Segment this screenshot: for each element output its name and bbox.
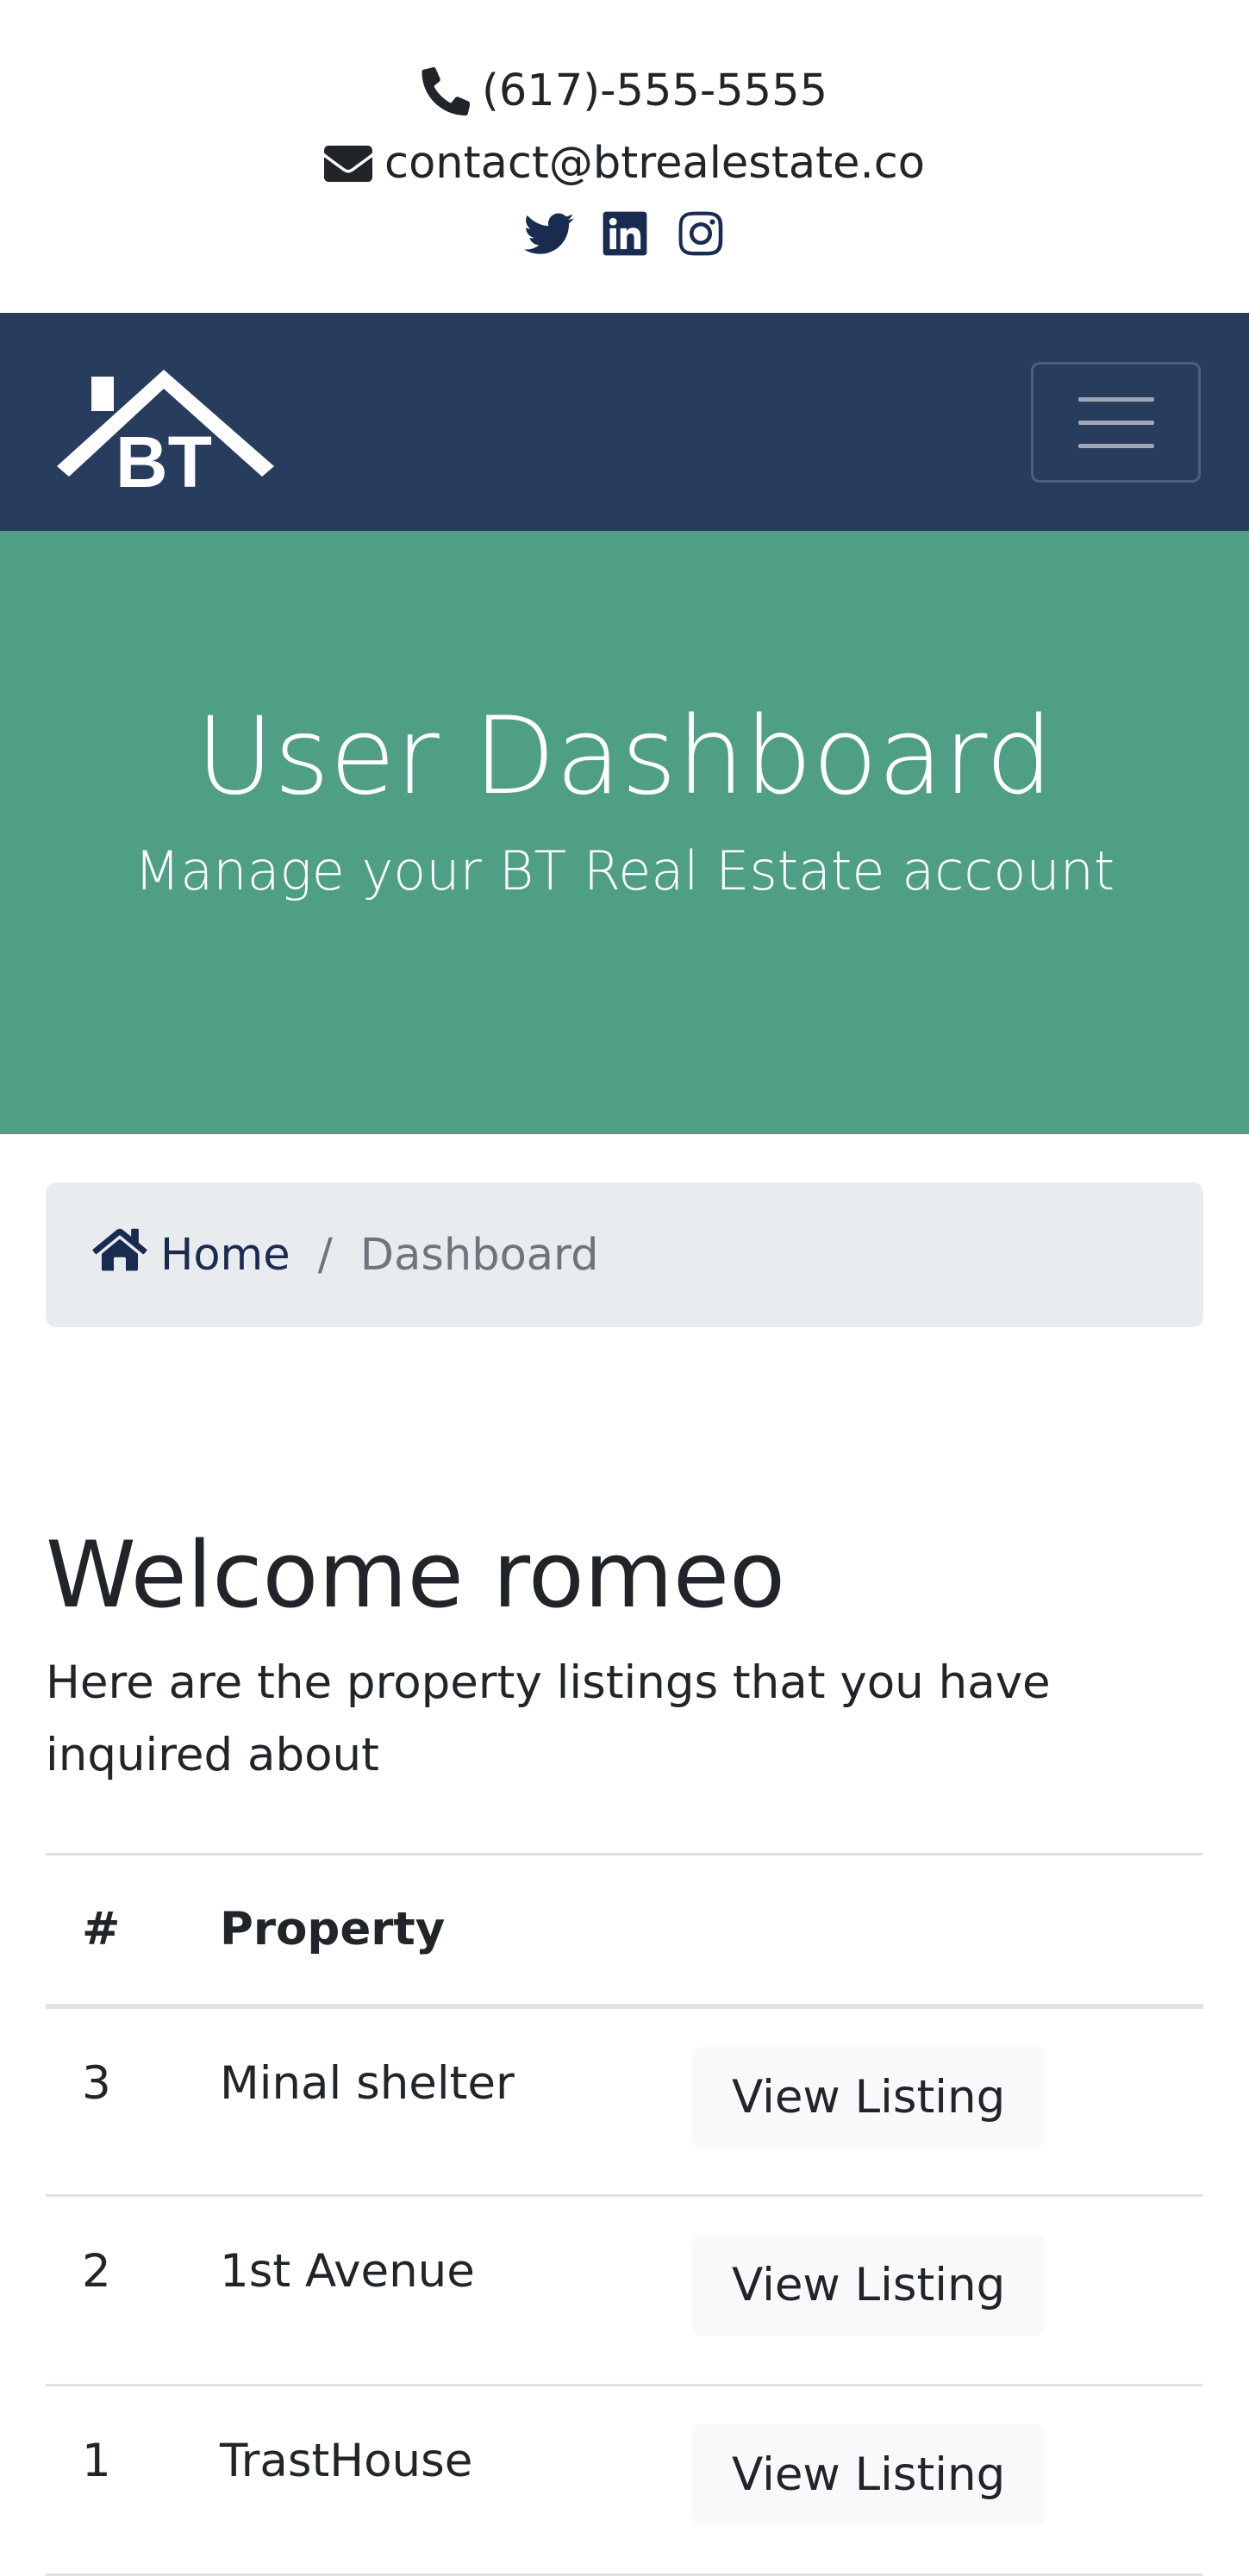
header-action bbox=[692, 1855, 1203, 2006]
row-property: TrastHouse bbox=[220, 2435, 473, 2487]
navbar: BT bbox=[0, 313, 1249, 531]
table-row: 3 Minal shelter View Listing bbox=[46, 2006, 1203, 2196]
hamburger-line bbox=[1077, 443, 1154, 448]
social-links bbox=[523, 209, 726, 259]
linkedin-icon[interactable] bbox=[600, 209, 650, 259]
logo-text: BT bbox=[116, 421, 212, 502]
row-number: 3 bbox=[82, 2056, 111, 2110]
envelope-icon bbox=[324, 140, 373, 188]
welcome-text: Here are the property listings that you … bbox=[46, 1656, 1051, 1781]
email-address[interactable]: contact@btrealestate.co bbox=[384, 128, 925, 200]
row-property: Minal shelter bbox=[220, 2056, 515, 2110]
row-number: 2 bbox=[82, 2245, 111, 2298]
breadcrumb-separator: / bbox=[317, 1229, 333, 1281]
row-property: 1st Avenue bbox=[220, 2245, 475, 2298]
hamburger-line bbox=[1077, 420, 1154, 425]
hamburger-icon bbox=[1077, 396, 1154, 402]
header-number: # bbox=[82, 1903, 121, 1956]
page-subtitle: Manage your BT Real Estate account bbox=[134, 839, 1115, 903]
breadcrumb-home-label: Home bbox=[160, 1229, 290, 1281]
welcome-heading: Welcome romeo bbox=[46, 1522, 785, 1628]
page-title: User Dashboard bbox=[196, 695, 1053, 819]
breadcrumb-current: Dashboard bbox=[359, 1229, 599, 1281]
phone-contact: (617)-555-5555 bbox=[422, 55, 827, 128]
phone-icon bbox=[422, 67, 470, 115]
inquiries-table: # Property 3 Minal shelter View Listing … bbox=[46, 1853, 1203, 2576]
header-property: Property bbox=[220, 1903, 446, 1956]
contact-bar: (617)-555-5555 contact@btrealestate.co bbox=[0, 0, 1249, 313]
breadcrumb: Home / Dashboard bbox=[46, 1182, 1203, 1327]
table-row: 2 1st Avenue View Listing bbox=[46, 2196, 1203, 2386]
view-listing-button[interactable]: View Listing bbox=[692, 2046, 1046, 2148]
phone-number[interactable]: (617)-555-5555 bbox=[482, 55, 827, 128]
row-number: 1 bbox=[82, 2435, 111, 2487]
hero-banner: User Dashboard Manage your BT Real Estat… bbox=[0, 531, 1249, 1134]
home-icon bbox=[91, 1226, 148, 1285]
menu-toggle-button[interactable] bbox=[1031, 362, 1201, 483]
email-contact: contact@btrealestate.co bbox=[324, 128, 925, 200]
view-listing-button[interactable]: View Listing bbox=[692, 2424, 1046, 2525]
table-row: 1 TrastHouse View Listing bbox=[46, 2386, 1203, 2575]
bt-logo[interactable]: BT bbox=[57, 365, 278, 502]
view-listing-button[interactable]: View Listing bbox=[692, 2235, 1046, 2336]
table-header-row: # Property bbox=[46, 1854, 1203, 2006]
welcome-section: Welcome romeo Here are the property list… bbox=[46, 1525, 1203, 1792]
instagram-icon[interactable] bbox=[676, 209, 726, 259]
breadcrumb-home-link[interactable]: Home bbox=[91, 1226, 290, 1285]
twitter-icon[interactable] bbox=[523, 209, 574, 259]
